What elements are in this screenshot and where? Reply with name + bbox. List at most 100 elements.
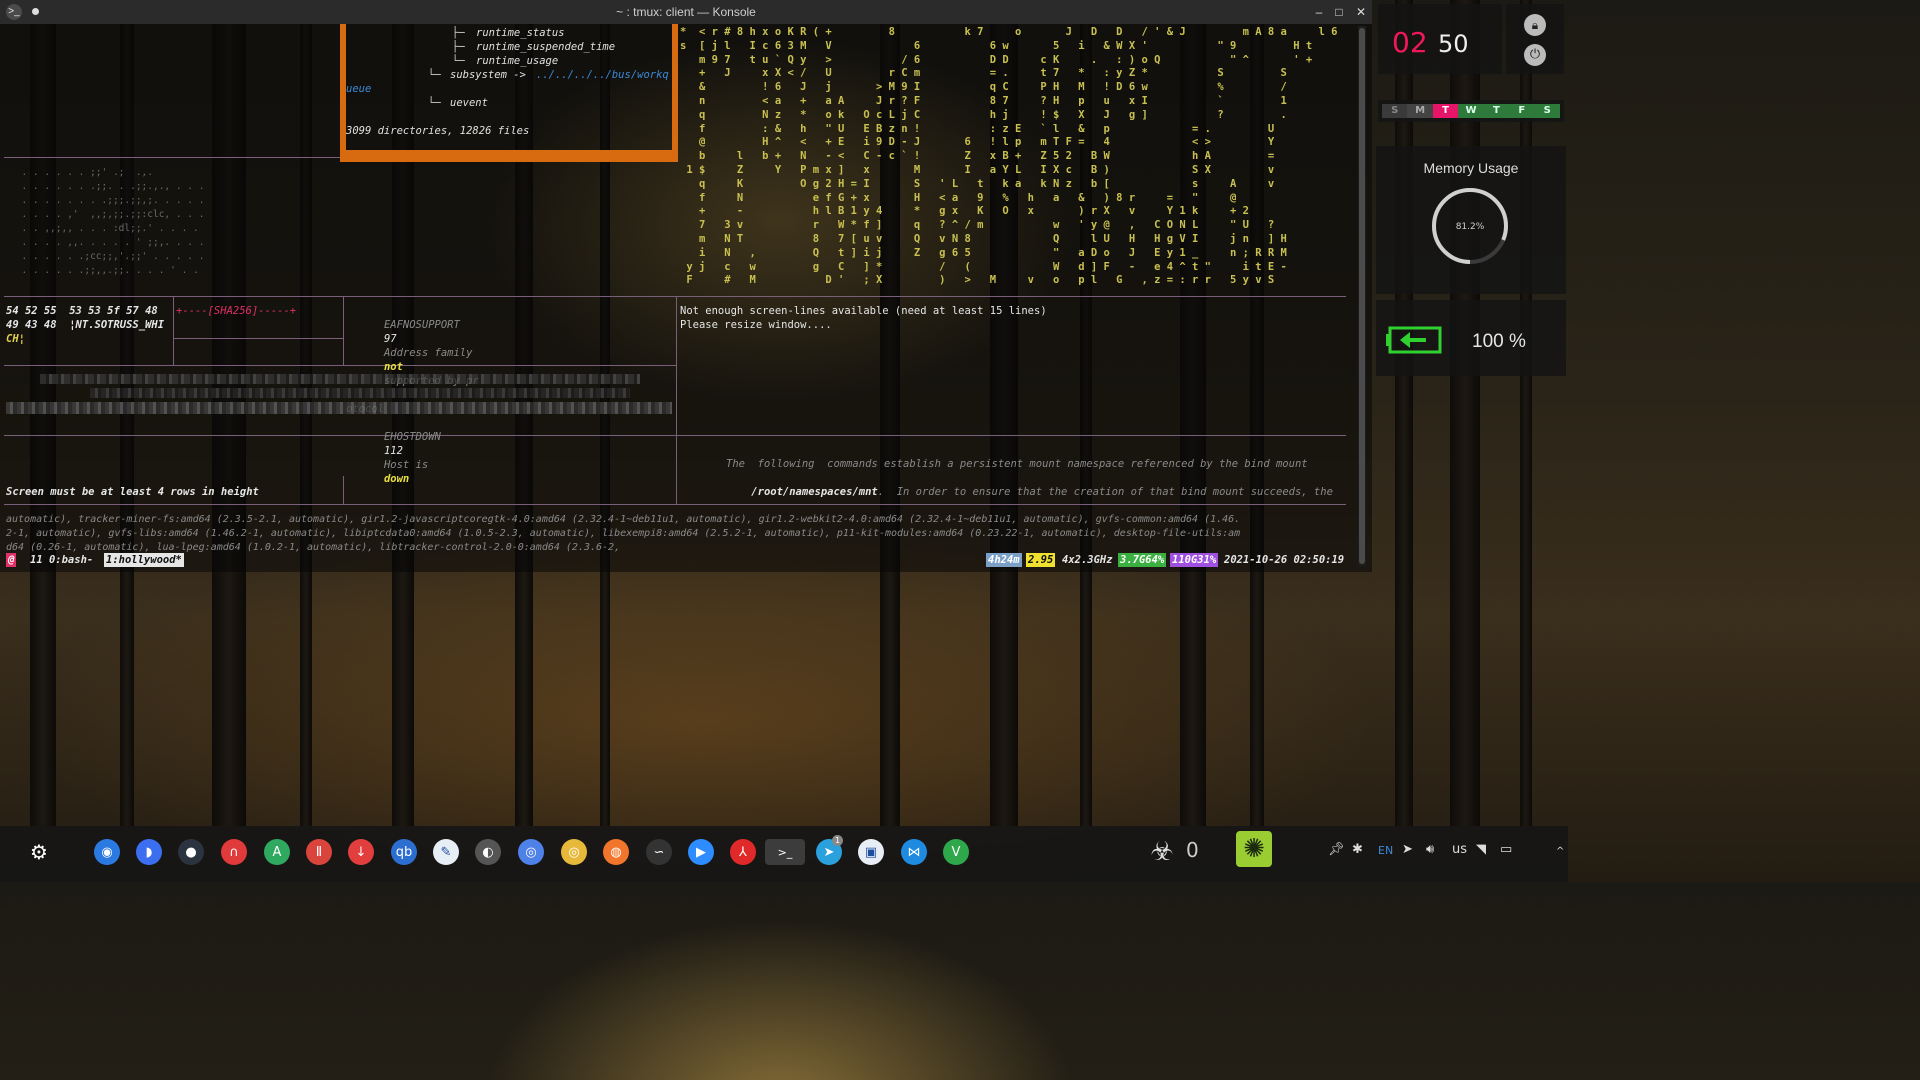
inkscape-icon[interactable]: A bbox=[264, 839, 290, 865]
tmux-status-bar: @ 11 0:bash- 1:hollywood* 4h24m 2.95 4x2… bbox=[4, 553, 1349, 567]
pane-divider bbox=[343, 296, 344, 365]
errno-name: EHOSTDOWN bbox=[383, 431, 441, 443]
wifi-icon[interactable]: ◥ bbox=[1476, 842, 1486, 857]
window-titlebar[interactable]: >_ ~ : tmux: client — Konsole – □ ✕ bbox=[0, 0, 1372, 24]
session-widget: 🔒︎ ⏻ bbox=[1506, 4, 1564, 74]
pane-divider bbox=[4, 157, 340, 158]
finder-icon[interactable]: ◉ bbox=[94, 839, 120, 865]
maximize-button[interactable]: □ bbox=[1330, 3, 1348, 21]
pane-divider bbox=[4, 296, 1346, 297]
acrobat-icon[interactable]: ⅄ bbox=[730, 839, 756, 865]
battery-widget: 100 % bbox=[1376, 300, 1566, 376]
weekday-sun: S bbox=[1382, 104, 1408, 118]
headphones-icon[interactable]: ∩ bbox=[221, 839, 247, 865]
matrix-row: n < a + a A J r ? F 8 7 ? H p u x I ` 1 bbox=[680, 94, 1287, 107]
ascii-line: . . . . ,' ,,;,;;.;;:clc, . . . bbox=[10, 209, 205, 220]
clock-minutes: 50 bbox=[1438, 30, 1469, 58]
tmux-uptime: 4h24m bbox=[986, 553, 1022, 567]
konsole-window[interactable]: >_ ~ : tmux: client — Konsole – □ ✕ ├─ r… bbox=[0, 0, 1372, 572]
chrome-icon[interactable]: ◎ bbox=[561, 839, 587, 865]
lock-icon[interactable]: 🔒︎ bbox=[1524, 14, 1546, 36]
weekday-strip: S M T W T F S bbox=[1382, 104, 1560, 118]
memory-value: 81.2% bbox=[1456, 222, 1485, 232]
matrix-row: F # M D ' ; X ) > M v o p l G , z = : r … bbox=[680, 274, 1275, 287]
display-icon[interactable]: ▭ bbox=[1500, 842, 1512, 857]
tmux-session-marker: @ bbox=[6, 553, 17, 567]
hazard-icon[interactable]: ☣ bbox=[1146, 836, 1178, 868]
weekday-thu: T bbox=[1483, 104, 1510, 118]
konsole-icon[interactable]: >_ bbox=[765, 839, 805, 865]
firefox-icon[interactable]: ◍ bbox=[603, 839, 629, 865]
matrix-row: 7 3 v r W * f ] q ? ^ / m w ' y @ , C O … bbox=[680, 219, 1275, 232]
tree-branch: └─ bbox=[428, 97, 447, 109]
vim-icon[interactable]: V bbox=[943, 839, 969, 865]
fish-icon[interactable]: ◗ bbox=[136, 839, 162, 865]
tree-branch: ├─ bbox=[452, 41, 471, 53]
errno-num: 112 bbox=[383, 445, 403, 457]
kde-launcher-icon[interactable]: ⚙ bbox=[26, 839, 52, 865]
language-indicator[interactable]: EN bbox=[1378, 844, 1393, 857]
weekday-wed: W bbox=[1458, 104, 1484, 118]
tree-entry: runtime_suspended_time bbox=[476, 41, 616, 53]
bluetooth-icon[interactable]: ✱ bbox=[1352, 842, 1363, 857]
power-icon[interactable]: ⏻ bbox=[1524, 44, 1546, 66]
hex-row: 54 52 55 53 53 5f 57 48 bbox=[6, 305, 158, 317]
minimize-button[interactable]: – bbox=[1310, 3, 1328, 21]
telegram-tray-icon[interactable]: ➤ bbox=[1402, 842, 1413, 857]
scrollbar[interactable] bbox=[1358, 26, 1366, 566]
battery-icon bbox=[1386, 326, 1442, 354]
keyboard-layout[interactable]: us bbox=[1452, 842, 1467, 857]
tmux-window-inactive[interactable]: 11 0:bash- bbox=[28, 553, 95, 567]
volume-icon[interactable]: 🔊︎ bbox=[1426, 842, 1434, 857]
matrix-row: & ! 6 J j > M 9 I q C P H M ! D 6 w % / bbox=[680, 81, 1287, 94]
scrollbar-thumb[interactable] bbox=[1359, 28, 1365, 564]
matrix-row: q K O g 2 H = I S ' L t k a k N z b [ s … bbox=[680, 177, 1275, 190]
memory-gauge: 81.2% bbox=[1432, 188, 1508, 264]
vscode-icon[interactable]: ⋈ bbox=[901, 839, 927, 865]
man-page-text: . In order to ensure that the creation o… bbox=[877, 486, 1333, 498]
man-page-path: /root/namespaces/mnt bbox=[751, 486, 878, 498]
matrix-row: @ H ^ < + E i 9 D - J 6 ! l p m T F = 4 … bbox=[680, 136, 1275, 149]
errno-text: Host is bbox=[383, 459, 429, 471]
weekday-fri: F bbox=[1509, 104, 1535, 118]
download-icon[interactable]: ↓ bbox=[348, 839, 374, 865]
tmux-load: 2.95 bbox=[1026, 553, 1056, 567]
feather-icon[interactable]: ✎ bbox=[433, 839, 459, 865]
matrix-row: m N T 8 7 [ u v Q v N 8 Q l U H H g V I … bbox=[680, 232, 1287, 245]
battery-percent: 100 % bbox=[1472, 331, 1526, 352]
tmux-mem: 3.7G64% bbox=[1118, 553, 1167, 567]
tree-branch: ├─ bbox=[452, 27, 471, 39]
tree-link: ../../../../bus/workq bbox=[536, 69, 669, 81]
zoom-icon[interactable]: ▶ bbox=[688, 839, 714, 865]
fan-icon[interactable]: ✺ bbox=[1236, 831, 1272, 867]
tmux-window-active[interactable]: 1:hollywood* bbox=[104, 553, 184, 567]
chromium-icon[interactable]: ◎ bbox=[518, 839, 544, 865]
matrix-row: s [ j l I c 6 3 M V 6 6 w 5 i & W X ' " … bbox=[680, 39, 1313, 52]
matrix-row: + - h l B 1 y 4 * g x K O x ) r X v Y 1 … bbox=[680, 205, 1249, 218]
qbittorrent-icon[interactable]: qb bbox=[391, 839, 417, 865]
wire-icon[interactable]: ∽ bbox=[646, 839, 672, 865]
errno-text: Address family bbox=[383, 347, 473, 359]
pin-tray-icon[interactable]: 📌︎ bbox=[1328, 842, 1345, 857]
pane-divider bbox=[173, 296, 174, 365]
moon-icon[interactable]: ● bbox=[178, 839, 204, 865]
screen-warning: Screen must be at least 4 rows in height bbox=[6, 486, 259, 498]
weekday-tue: T bbox=[1432, 104, 1459, 118]
memory-widget: Memory Usage 81.2% bbox=[1376, 146, 1566, 294]
errno-highlight: down bbox=[383, 473, 410, 485]
sha256-header: +----[SHA256]-----+ bbox=[176, 305, 297, 317]
pdf-tool-icon[interactable]: Ⅱ bbox=[306, 839, 332, 865]
hex-row: CH¦ bbox=[6, 333, 25, 345]
tray-expand-icon[interactable]: ^ bbox=[1556, 846, 1564, 857]
window-title: ~ : tmux: client — Konsole bbox=[616, 5, 756, 19]
noise-bar bbox=[6, 402, 672, 414]
close-button[interactable]: ✕ bbox=[1352, 3, 1370, 21]
man-page-text: The following commands establish a persi… bbox=[726, 458, 1308, 470]
steam-icon[interactable]: ◐ bbox=[475, 839, 501, 865]
ascii-line: . . . . . .;cc;;,'.;;' . . . . . bbox=[10, 251, 205, 262]
memory-title: Memory Usage bbox=[1423, 160, 1519, 176]
ascii-art-pane: . . . . . . ;;' .; .,. . . . . . . .;;. … bbox=[10, 166, 204, 278]
resize-warning: Not enough screen-lines available (need … bbox=[680, 305, 1047, 317]
virtualbox-icon[interactable]: ▣ bbox=[858, 839, 884, 865]
tree-link-tail: ueue bbox=[346, 83, 372, 95]
